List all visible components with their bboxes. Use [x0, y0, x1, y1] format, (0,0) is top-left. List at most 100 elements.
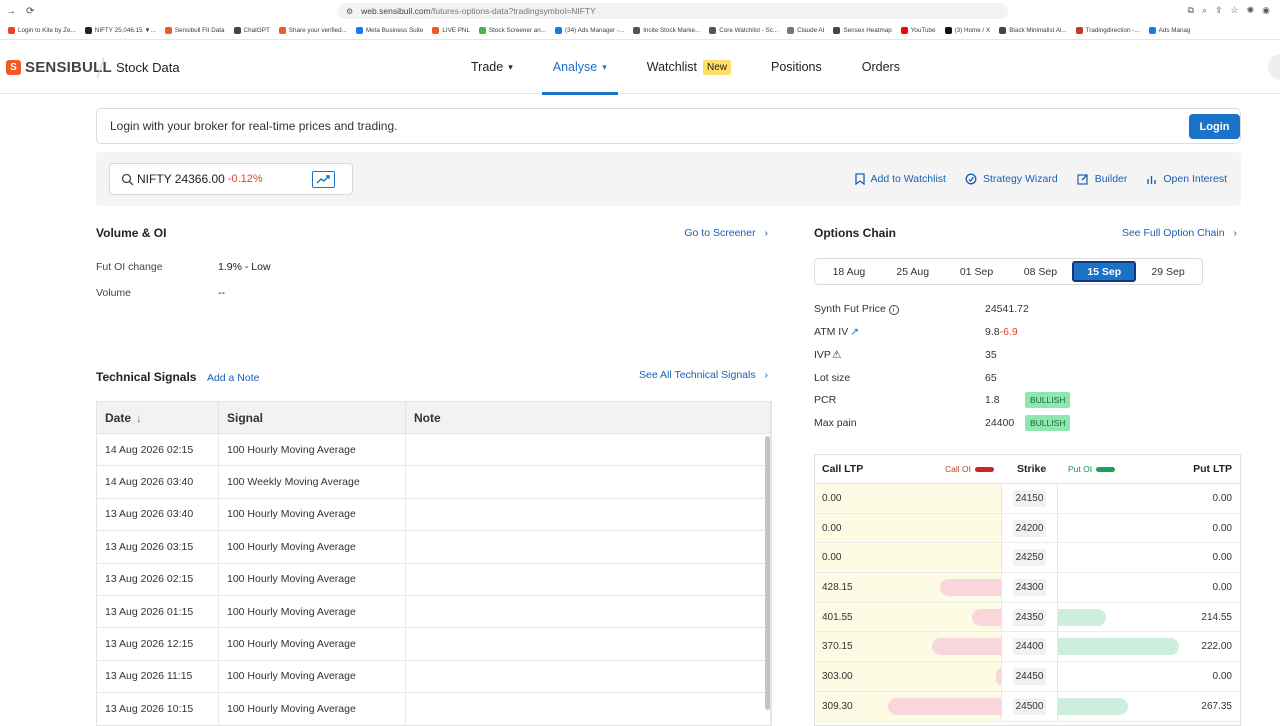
call-cell[interactable]: 428.15 — [815, 573, 1002, 602]
chart-button[interactable] — [312, 171, 335, 188]
bookmark-item[interactable]: Ads Manag — [1148, 27, 1190, 34]
bookmark-item[interactable]: Incite Stock Marke... — [633, 27, 700, 34]
signal-note[interactable] — [406, 563, 771, 595]
bookmark-item[interactable]: Claude AI — [787, 27, 824, 34]
expiry-tab[interactable]: 29 Sep — [1136, 261, 1200, 282]
expiry-tab[interactable]: 25 Aug — [881, 261, 945, 282]
put-cell[interactable]: 0.00 — [1058, 662, 1240, 691]
call-cell[interactable]: 309.30 — [815, 691, 1002, 721]
signal-note[interactable] — [406, 498, 771, 531]
bookmark-item[interactable]: Sensibull FII Data — [164, 27, 225, 34]
table-row[interactable]: 13 Aug 2026 01:15 100 Hourly Moving Avera… — [97, 595, 771, 629]
strategy-wizard-button[interactable]: Strategy Wizard — [965, 173, 1058, 185]
zoom-icon[interactable]: ⌕ — [1202, 5, 1207, 16]
signal-note[interactable] — [406, 628, 771, 660]
reload-icon[interactable]: ⟳ — [26, 6, 34, 17]
bookmark-item[interactable]: Share your verified... — [278, 27, 347, 34]
chain-row[interactable]: 0.00 24250 0.00 — [815, 543, 1240, 574]
bookmark-item[interactable]: Black Minimalist Al... — [999, 27, 1067, 34]
put-cell[interactable]: 0.00 — [1058, 484, 1240, 513]
bookmark-item[interactable]: (34) Ads Manager -... — [555, 27, 624, 34]
see-full-chain-link[interactable]: See Full Option Chain › — [1122, 227, 1237, 239]
chain-row[interactable]: 401.55 24350 214.55 — [815, 602, 1240, 633]
date-column-header[interactable]: Date ↓ — [97, 402, 219, 433]
put-cell[interactable]: 222.00 — [1058, 632, 1240, 661]
bookmark-favicon-icon — [787, 27, 795, 34]
call-cell[interactable]: 0.00 — [815, 543, 1002, 573]
share-icon[interactable]: ⇪ — [1215, 5, 1223, 16]
table-row[interactable]: 13 Aug 2026 03:40 100 Hourly Moving Avera… — [97, 498, 771, 532]
nav-analyse[interactable]: Analyse ▾ — [541, 40, 618, 95]
call-cell[interactable]: 370.15 — [815, 632, 1002, 662]
call-cell[interactable]: 0.00 — [815, 513, 1002, 543]
builder-button[interactable]: Builder — [1077, 173, 1127, 185]
chain-row[interactable]: 428.15 24300 0.00 — [815, 573, 1240, 603]
call-cell[interactable]: 0.00 — [815, 484, 1002, 513]
put-cell[interactable]: 214.55 — [1058, 603, 1240, 632]
table-row[interactable]: 13 Aug 2026 11:15 100 Hourly Moving Avera… — [97, 660, 771, 694]
call-cell[interactable]: 401.55 — [815, 602, 1002, 632]
open-interest-button[interactable]: Open Interest — [1146, 173, 1227, 185]
nav-trade[interactable]: Trade ▾ — [460, 40, 524, 94]
bookmark-item[interactable]: Meta Business Suite — [355, 27, 423, 34]
site-info-icon[interactable]: ⚙ — [346, 7, 353, 16]
bookmark-item[interactable]: Stock Screener an... — [478, 27, 546, 34]
call-cell[interactable]: 303.00 — [815, 662, 1002, 691]
put-cell[interactable]: 267.35 — [1058, 692, 1240, 721]
table-row[interactable]: 13 Aug 2026 02:15 100 Hourly Moving Avera… — [97, 563, 771, 596]
chain-row[interactable]: 0.00 24150 0.00 — [815, 484, 1240, 514]
expiry-tab[interactable]: 15 Sep — [1072, 261, 1137, 282]
table-scrollbar[interactable] — [765, 436, 770, 710]
expiry-tab[interactable]: 01 Sep — [945, 261, 1009, 282]
add-to-watchlist-button[interactable]: Add to Watchlist — [854, 173, 946, 185]
signal-note[interactable] — [406, 595, 771, 628]
profile-icon[interactable]: ◉ — [1262, 5, 1270, 16]
table-row[interactable]: 14 Aug 2026 02:15 100 Hourly Moving Avera… — [97, 434, 771, 467]
see-all-signals-link[interactable]: See All Technical Signals › — [639, 369, 768, 381]
bookmark-item[interactable]: Login to Kite by Ze... — [8, 27, 76, 34]
info-icon[interactable]: i — [888, 305, 899, 315]
forward-icon[interactable]: → — [6, 6, 16, 17]
extension-icon[interactable]: ✺ — [1247, 5, 1255, 16]
avatar[interactable] — [1268, 54, 1280, 80]
install-icon[interactable]: ⧉ — [1187, 5, 1193, 16]
put-cell[interactable]: 0.00 — [1058, 514, 1240, 543]
bookmark-item[interactable]: Tradingdirection -... — [1075, 27, 1140, 34]
put-cell[interactable]: 0.00 — [1058, 543, 1240, 572]
signal-note[interactable] — [406, 531, 771, 563]
bookmark-star-icon[interactable]: ☆ — [1231, 5, 1239, 16]
bookmark-item[interactable]: LIVE PNL — [432, 27, 470, 34]
nav-watchlist[interactable]: Watchlist New — [636, 40, 742, 94]
bookmark-item[interactable]: (3) Home / X — [944, 27, 990, 34]
bookmark-item[interactable]: Core Watchlist - Sc... — [709, 27, 778, 34]
login-button[interactable]: Login — [1189, 114, 1240, 139]
add-note-link[interactable]: Add a Note — [207, 372, 260, 384]
bookmark-item[interactable]: Sensex Heatmap — [833, 27, 892, 34]
signal-note[interactable] — [406, 660, 771, 693]
table-row[interactable]: 13 Aug 2026 10:15 100 Hourly Moving Avera… — [97, 693, 771, 725]
sensibull-logo[interactable]: S SENSIBULL — [6, 59, 112, 76]
bookmark-item[interactable]: NIFTY 25,046.15 ▼... — [84, 27, 156, 34]
bookmark-item[interactable]: ChatGPT — [233, 27, 270, 34]
warning-icon[interactable]: ⚠ — [832, 349, 841, 361]
chain-row[interactable]: 309.30 24500 267.35 — [815, 691, 1240, 722]
bookmark-item[interactable]: YouTube — [900, 27, 936, 34]
go-to-screener-link[interactable]: Go to Screener › — [684, 227, 768, 239]
table-row[interactable]: 14 Aug 2026 03:40 100 Weekly Moving Avera… — [97, 466, 771, 499]
put-cell[interactable]: 0.00 — [1058, 573, 1240, 602]
address-bar[interactable]: ⚙ web.sensibull.com /futures-options-dat… — [338, 3, 1008, 19]
table-row[interactable]: 13 Aug 2026 03:15 100 Hourly Moving Avera… — [97, 531, 771, 564]
signal-note[interactable] — [406, 466, 771, 498]
chain-row[interactable]: 303.00 24450 0.00 — [815, 662, 1240, 692]
signal-note[interactable] — [406, 693, 771, 725]
nav-positions[interactable]: Positions — [760, 40, 833, 94]
table-row[interactable]: 13 Aug 2026 12:15 100 Hourly Moving Avera… — [97, 628, 771, 661]
trend-up-icon[interactable]: ↗ — [850, 326, 859, 338]
chain-row[interactable]: 0.00 24200 0.00 — [815, 513, 1240, 544]
nav-orders[interactable]: Orders — [851, 40, 911, 94]
symbol-search[interactable]: NIFTY 24366.00 -0.12% — [109, 163, 353, 195]
signal-note[interactable] — [406, 434, 771, 466]
expiry-tab[interactable]: 18 Aug — [817, 261, 881, 282]
chain-row[interactable]: 370.15 24400 222.00 — [815, 632, 1240, 663]
expiry-tab[interactable]: 08 Sep — [1008, 261, 1072, 282]
